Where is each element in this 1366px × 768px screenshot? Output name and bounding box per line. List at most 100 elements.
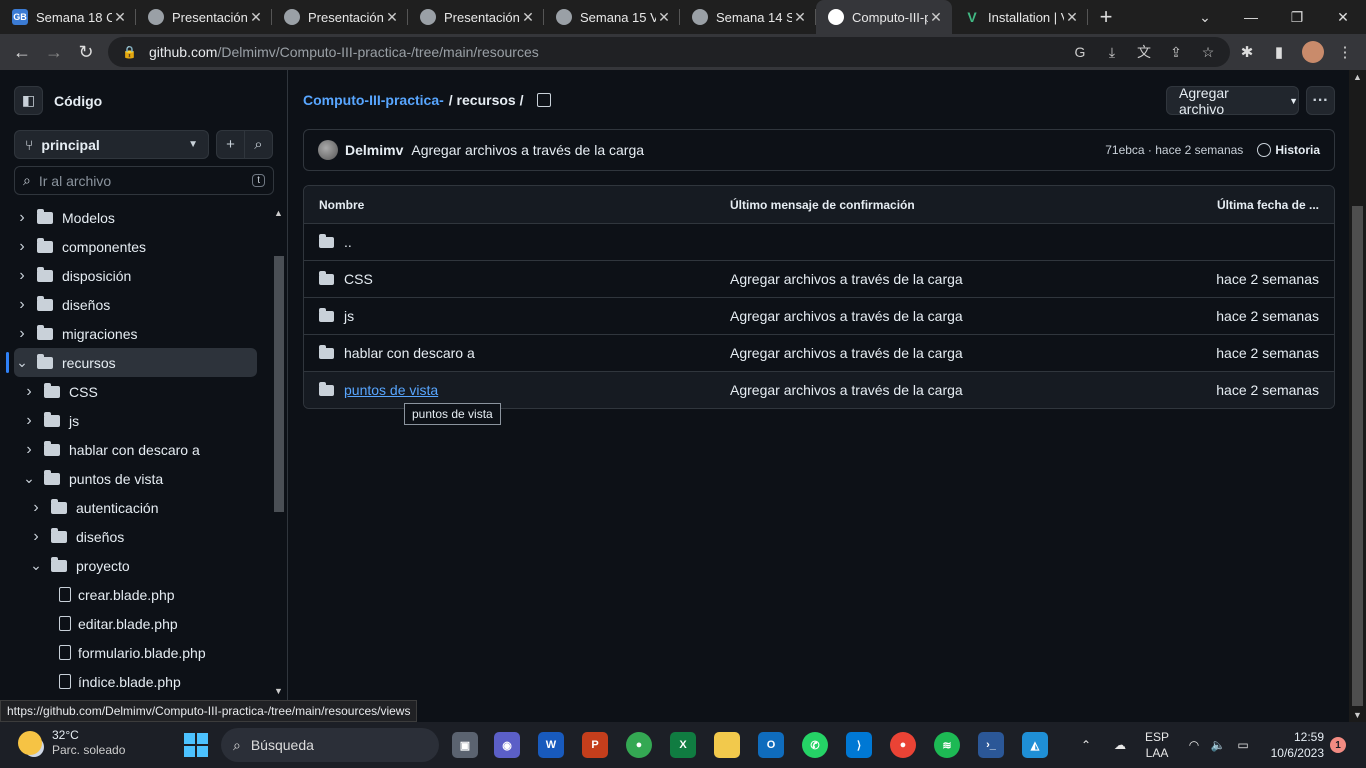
page-scroll-thumb[interactable]	[1352, 206, 1363, 706]
taskbar-search[interactable]: ⌕ Búsqueda	[221, 728, 439, 762]
file-name-link[interactable]: ..	[344, 234, 352, 250]
commit-message-cell[interactable]: Agregar archivos a través de la carga	[730, 345, 963, 361]
tree-folder[interactable]: › hablar con descaro a	[0, 435, 270, 464]
table-row[interactable]: js Agregar archivos a través de la carga h…	[304, 297, 1334, 334]
scroll-up-icon[interactable]: ▲	[274, 208, 283, 218]
browser-tab[interactable]: V Installation | V ✕	[952, 0, 1088, 34]
close-tab-icon[interactable]: ✕	[792, 9, 808, 26]
sidebar-scrollbar[interactable]: ▲ ▼	[272, 208, 286, 696]
chevron-down-icon[interactable]: ⌄	[16, 354, 28, 371]
chevron-right-icon[interactable]: ›	[23, 383, 35, 401]
browser-tab[interactable]: Presentación ✕	[136, 0, 272, 34]
tree-folder[interactable]: › Modelos	[0, 203, 270, 232]
file-name-link[interactable]: puntos de vista	[344, 382, 438, 398]
chevron-right-icon[interactable]: ›	[16, 296, 28, 314]
tray-chevron-icon[interactable]: ⌃	[1076, 722, 1096, 768]
reload-icon[interactable]: ↻	[70, 36, 102, 68]
chevron-right-icon[interactable]: ›	[16, 325, 28, 343]
tree-folder[interactable]: › diseños	[0, 522, 270, 551]
table-row[interactable]: hablar con descaro a Agregar archivos a t…	[304, 334, 1334, 371]
commit-meta[interactable]: 71ebca · hace 2 semanas	[1105, 143, 1243, 157]
powershell-icon[interactable]: ›_	[978, 732, 1004, 758]
tree-folder[interactable]: › migraciones	[0, 319, 270, 348]
file-name-link[interactable]: CSS	[344, 271, 373, 287]
tree-folder[interactable]: › diseños	[0, 290, 270, 319]
excel-icon[interactable]: X	[670, 732, 696, 758]
url-bar[interactable]: 🔒 github.com/Delmimv/Computo-III-practic…	[108, 37, 1230, 67]
task-view-icon[interactable]: ▣	[452, 732, 478, 758]
commit-message[interactable]: Agregar archivos a través de la carga	[411, 142, 644, 158]
tree-folder[interactable]: › disposición	[0, 261, 270, 290]
scroll-down-icon[interactable]: ▼	[274, 686, 283, 696]
bookmark-star-icon[interactable]: ☆	[1194, 37, 1222, 67]
tree-folder[interactable]: › autenticación	[0, 493, 270, 522]
close-window-icon[interactable]: ✕	[1320, 0, 1366, 34]
google-icon[interactable]: G	[1066, 37, 1094, 67]
more-options-icon[interactable]: ···	[1306, 86, 1335, 115]
share-icon[interactable]: ⇪	[1162, 37, 1190, 67]
new-tab-icon[interactable]: +	[1088, 0, 1124, 34]
extensions-icon[interactable]: ✱	[1232, 34, 1262, 70]
vscode-icon[interactable]: ⟩	[846, 732, 872, 758]
tree-folder[interactable]: ⌄ puntos de vista	[0, 464, 270, 493]
paint-icon[interactable]: ◭	[1022, 732, 1048, 758]
tree-file[interactable]: editar.blade.php	[0, 609, 270, 638]
file-name-link[interactable]: hablar con descaro a	[344, 345, 475, 361]
scroll-up-icon[interactable]: ▲	[1353, 72, 1362, 82]
whatsapp-icon[interactable]: ✆	[802, 732, 828, 758]
search-icon[interactable]: ⌕	[244, 130, 273, 159]
tree-folder[interactable]: › js	[0, 406, 270, 435]
tree-folder[interactable]: ⌄ recursos	[6, 348, 257, 377]
chevron-down-icon[interactable]: ⌄	[23, 470, 35, 487]
close-tab-icon[interactable]: ✕	[112, 9, 128, 26]
profile-avatar[interactable]	[1298, 34, 1328, 70]
tree-file[interactable]: formulario.blade.php	[0, 638, 270, 667]
table-row[interactable]: ..	[304, 223, 1334, 260]
add-file-button[interactable]: Agregar archivo ▼	[1166, 85, 1299, 117]
commit-message-cell[interactable]: Agregar archivos a través de la carga	[730, 271, 963, 287]
close-tab-icon[interactable]: ✕	[248, 9, 264, 26]
close-tab-icon[interactable]: ✕	[656, 9, 672, 26]
chevron-right-icon[interactable]: ›	[30, 499, 42, 517]
tree-folder[interactable]: › CSS	[0, 377, 270, 406]
menu-kebab-icon[interactable]: ⋮	[1330, 34, 1360, 70]
browser-tab[interactable]: Presentación ✕	[408, 0, 544, 34]
commit-author[interactable]: Delmimv	[345, 142, 403, 158]
close-tab-icon[interactable]: ✕	[520, 9, 536, 26]
minimize-icon[interactable]: —	[1228, 0, 1274, 34]
tree-file[interactable]: índice.blade.php	[0, 667, 270, 696]
add-file-icon[interactable]: +	[216, 130, 245, 159]
notification-badge[interactable]: 1	[1330, 737, 1346, 753]
commit-message-cell[interactable]: Agregar archivos a través de la carga	[730, 308, 963, 324]
repo-link[interactable]: Computo-III-practica-	[303, 92, 444, 108]
tab-search-icon[interactable]: ⌄	[1182, 0, 1228, 34]
system-clock[interactable]: 12:59 10/6/2023	[1262, 729, 1324, 761]
chevron-right-icon[interactable]: ›	[16, 209, 28, 227]
back-icon[interactable]: ←	[6, 36, 38, 68]
close-tab-icon[interactable]: ✕	[384, 9, 400, 26]
battery-icon[interactable]: ▭	[1232, 722, 1254, 768]
chevron-right-icon[interactable]: ›	[23, 412, 35, 430]
browser-tab[interactable]: Semana 14 Si ✕	[680, 0, 816, 34]
windows-start-icon[interactable]	[184, 733, 208, 757]
file-explorer-icon[interactable]	[714, 732, 740, 758]
translate-icon[interactable]: 文	[1130, 37, 1158, 67]
powerpoint-icon[interactable]: P	[582, 732, 608, 758]
side-panel-icon[interactable]: ▮	[1264, 34, 1294, 70]
chevron-down-icon[interactable]: ⌄	[30, 557, 42, 574]
close-tab-icon[interactable]: ✕	[928, 9, 944, 26]
chevron-right-icon[interactable]: ›	[16, 238, 28, 256]
scroll-down-icon[interactable]: ▼	[1353, 710, 1362, 720]
table-row[interactable]: CSS Agregar archivos a través de la carga…	[304, 260, 1334, 297]
language-indicator[interactable]: ESP LAA	[1140, 722, 1174, 768]
forward-icon[interactable]: →	[38, 36, 70, 68]
branch-selector[interactable]: ⑂ principal ▼	[14, 130, 209, 159]
avatar[interactable]	[318, 140, 338, 160]
file-name-link[interactable]: js	[344, 308, 354, 324]
go-to-file-input[interactable]: ⌕ Ir al archivo t	[14, 166, 274, 195]
word-icon[interactable]: W	[538, 732, 564, 758]
copy-path-icon[interactable]	[537, 93, 552, 107]
tree-folder[interactable]: › componentes	[0, 232, 270, 261]
chevron-right-icon[interactable]: ›	[23, 441, 35, 459]
restore-icon[interactable]: ❐	[1274, 0, 1320, 34]
